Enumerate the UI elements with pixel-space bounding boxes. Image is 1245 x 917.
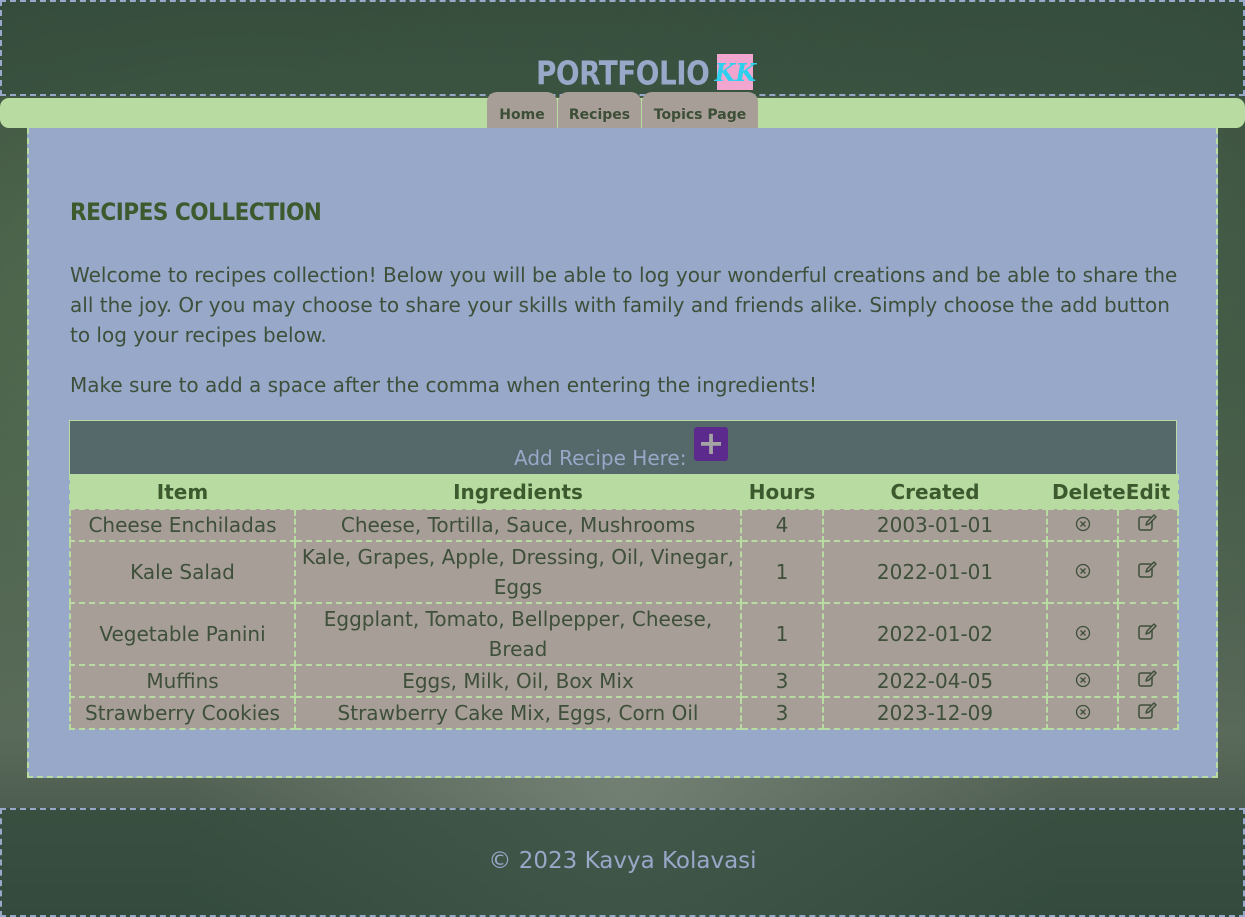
copyright-text: © 2023 Kavya Kolavasi <box>488 848 757 874</box>
edit-cell <box>1117 664 1179 698</box>
pencil-square-icon[interactable] <box>1138 670 1158 688</box>
cell-ingredients: Strawberry Cake Mix, Eggs, Corn Oil <box>294 696 742 730</box>
brand-logo[interactable]: PORTFOLIO KK <box>536 54 756 94</box>
delete-cell <box>1046 602 1119 666</box>
pencil-square-icon[interactable] <box>1138 623 1158 641</box>
table-row: Muffins Eggs, Milk, Oil, Box Mix 3 2022-… <box>69 664 1179 698</box>
delete-cell <box>1046 508 1119 542</box>
cell-created: 2023-12-09 <box>822 696 1048 730</box>
cell-hours: 1 <box>740 540 824 604</box>
cell-created: 2022-04-05 <box>822 664 1048 698</box>
site-header: PORTFOLIO KK <box>0 0 1245 96</box>
cell-ingredients: Eggs, Milk, Oil, Box Mix <box>294 664 742 698</box>
circle-x-icon[interactable] <box>1075 672 1091 688</box>
edit-cell <box>1117 540 1179 604</box>
cell-hours: 1 <box>740 602 824 666</box>
pencil-square-icon[interactable] <box>1138 561 1158 579</box>
cell-created: 2022-01-02 <box>822 602 1048 666</box>
header-delete: Delete <box>1046 474 1126 510</box>
recipes-table: Item Ingredients Hours Created Delete Ed… <box>69 474 1179 730</box>
header-created: Created <box>822 474 1048 510</box>
delete-cell <box>1046 540 1119 604</box>
cell-item: Muffins <box>69 664 296 698</box>
table-row: Vegetable Panini Eggplant, Tomato, Bellp… <box>69 602 1179 666</box>
cell-ingredients: Cheese, Tortilla, Sauce, Mushrooms <box>294 508 742 542</box>
table-row: Strawberry Cookies Strawberry Cake Mix, … <box>69 696 1179 730</box>
table-header-row: Item Ingredients Hours Created Delete Ed… <box>69 474 1179 510</box>
circle-x-icon[interactable] <box>1075 704 1091 720</box>
header-item: Item <box>69 474 296 510</box>
edit-cell <box>1117 696 1179 730</box>
main-content: Recipes Collection Welcome to recipes co… <box>27 128 1218 778</box>
delete-cell <box>1046 696 1119 730</box>
cell-item: Kale Salad <box>69 540 296 604</box>
header-edit: Edit <box>1117 474 1179 510</box>
header-ingredients: Ingredients <box>294 474 742 510</box>
page-title: Recipes Collection <box>70 198 322 226</box>
cell-item: Vegetable Panini <box>69 602 296 666</box>
cell-created: 2022-01-01 <box>822 540 1048 604</box>
add-recipe-bar: Add Recipe Here: + <box>69 420 1177 475</box>
cell-created: 2003-01-01 <box>822 508 1048 542</box>
cell-item: Strawberry Cookies <box>69 696 296 730</box>
cell-hours: 4 <box>740 508 824 542</box>
table-row: Cheese Enchiladas Cheese, Tortilla, Sauc… <box>69 508 1179 542</box>
site-footer: © 2023 Kavya Kolavasi <box>0 808 1245 917</box>
cell-hours: 3 <box>740 696 824 730</box>
cell-ingredients: Kale, Grapes, Apple, Dressing, Oil, Vine… <box>294 540 742 604</box>
circle-x-icon[interactable] <box>1075 625 1091 641</box>
brand-badge: KK <box>715 54 756 90</box>
edit-cell <box>1117 602 1179 666</box>
pencil-square-icon[interactable] <box>1138 702 1158 720</box>
cell-ingredients: Eggplant, Tomato, Bellpepper, Cheese, Br… <box>294 602 742 666</box>
cell-hours: 3 <box>740 664 824 698</box>
ingredients-note: Make sure to add a space after the comma… <box>70 373 818 397</box>
delete-cell <box>1046 664 1119 698</box>
brand-text: PORTFOLIO <box>536 55 710 93</box>
circle-x-icon[interactable] <box>1075 563 1091 579</box>
add-recipe-button[interactable]: + <box>694 427 728 461</box>
header-hours: Hours <box>740 474 824 510</box>
pencil-square-icon[interactable] <box>1138 514 1158 532</box>
table-row: Kale Salad Kale, Grapes, Apple, Dressing… <box>69 540 1179 604</box>
edit-cell <box>1117 508 1179 542</box>
circle-x-icon[interactable] <box>1075 516 1091 532</box>
cell-item: Cheese Enchiladas <box>69 508 296 542</box>
add-recipe-label: Add Recipe Here: <box>514 446 687 470</box>
intro-paragraph: Welcome to recipes collection! Below you… <box>70 263 1178 347</box>
